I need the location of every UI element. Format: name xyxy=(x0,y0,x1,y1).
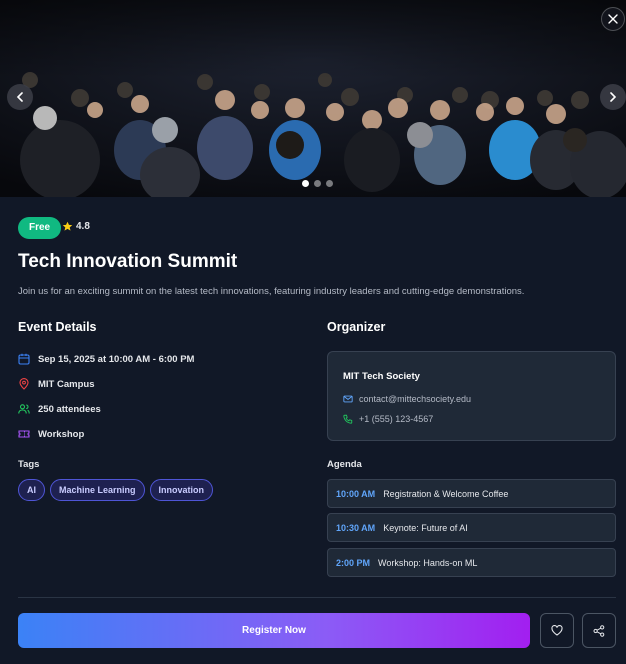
event-description: Join us for an exciting summit on the la… xyxy=(18,286,525,297)
audience-photo xyxy=(0,0,626,197)
heart-icon xyxy=(551,625,563,636)
carousel-dot[interactable] xyxy=(326,180,333,187)
organizer-phone[interactable]: +1 (555) 123-4567 xyxy=(343,414,433,424)
carousel-indicators xyxy=(302,180,333,187)
organizer-heading: Organizer xyxy=(327,320,386,334)
close-icon xyxy=(608,14,618,24)
register-button[interactable]: Register Now xyxy=(18,613,530,648)
carousel-dot[interactable] xyxy=(314,180,321,187)
close-button[interactable] xyxy=(601,7,625,31)
organizer-card: MIT Tech Society contact@mittechsociety.… xyxy=(327,351,616,441)
calendar-icon xyxy=(18,353,30,365)
chevron-left-icon xyxy=(16,92,23,102)
rating-value: 4.8 xyxy=(76,221,90,232)
event-details-heading: Event Details xyxy=(18,320,97,334)
tag-chip[interactable]: AI xyxy=(18,479,45,501)
share-button[interactable] xyxy=(582,613,616,648)
organizer-email[interactable]: contact@mittechsociety.edu xyxy=(343,394,471,404)
agenda-item: 2:00 PM Workshop: Hands-on ML xyxy=(327,548,616,577)
agenda-item: 10:00 AM Registration & Welcome Coffee xyxy=(327,479,616,508)
footer-divider xyxy=(18,597,616,598)
event-title: Tech Innovation Summit xyxy=(18,251,238,272)
tag-list: AI Machine Learning Innovation xyxy=(18,479,214,501)
agenda-title: Registration & Welcome Coffee xyxy=(383,488,509,499)
carousel-dot[interactable] xyxy=(302,180,309,187)
tag-chip[interactable]: Innovation xyxy=(149,479,214,501)
event-image-carousel xyxy=(0,0,626,197)
share-icon xyxy=(593,624,605,637)
event-detail-panel: Free 4.8 Tech Innovation Summit Join us … xyxy=(0,197,626,664)
users-icon xyxy=(18,404,30,414)
agenda-title: Workshop: Hands-on ML xyxy=(378,557,478,568)
event-attendees: 250 attendees xyxy=(18,403,101,415)
agenda-item: 10:30 AM Keynote: Future of AI xyxy=(327,513,616,542)
tag-chip[interactable]: Machine Learning xyxy=(50,479,145,501)
agenda-heading: Agenda xyxy=(327,459,362,470)
price-badge: Free xyxy=(18,217,62,239)
tags-heading: Tags xyxy=(18,459,40,470)
previous-image-button[interactable] xyxy=(7,84,33,110)
event-date: Sep 15, 2025 at 10:00 AM - 6:00 PM xyxy=(18,353,194,365)
event-location: MIT Campus xyxy=(18,378,94,390)
agenda-time: 10:00 AM xyxy=(336,488,376,499)
ticket-icon xyxy=(18,430,30,438)
agenda-time: 10:30 AM xyxy=(336,522,376,533)
event-type: Workshop xyxy=(18,428,84,440)
organizer-name: MIT Tech Society xyxy=(343,371,420,382)
agenda-time: 2:00 PM xyxy=(336,557,371,568)
agenda-title: Keynote: Future of AI xyxy=(383,522,468,533)
favorite-button[interactable] xyxy=(540,613,574,648)
star-icon xyxy=(62,221,73,231)
phone-icon xyxy=(343,414,353,424)
mail-icon xyxy=(343,395,353,403)
next-image-button[interactable] xyxy=(600,84,626,110)
chevron-right-icon xyxy=(610,92,617,102)
map-pin-icon xyxy=(19,378,29,390)
rating: 4.8 xyxy=(62,221,90,232)
